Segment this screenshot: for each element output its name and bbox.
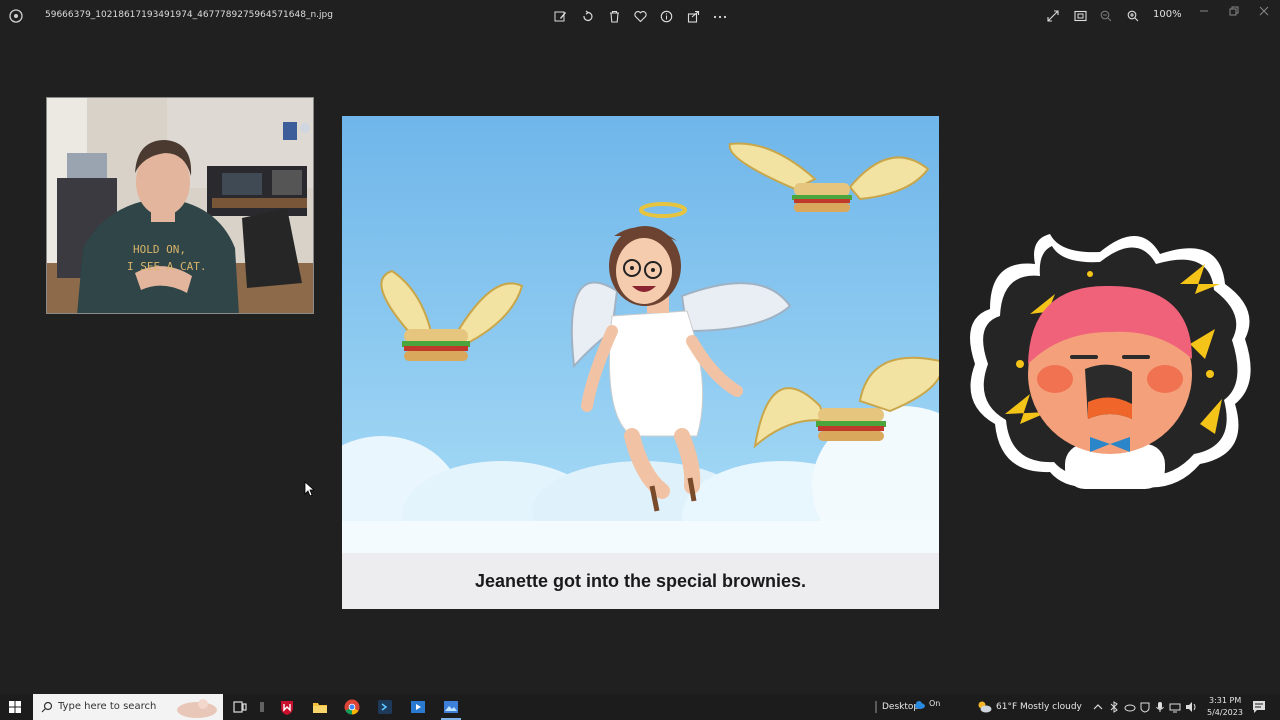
shocked-face-illustration xyxy=(970,234,1251,489)
close-button[interactable] xyxy=(1252,3,1276,19)
windows-taskbar: Type here to search Desktop On 61°F Most… xyxy=(0,694,1280,720)
search-highlight-image xyxy=(177,699,217,718)
ellipsis-icon xyxy=(713,15,727,18)
media-player-icon[interactable] xyxy=(409,698,427,716)
network-icon[interactable] xyxy=(1169,701,1181,713)
favorite-button[interactable] xyxy=(632,8,648,24)
rotate-button[interactable] xyxy=(579,8,595,24)
info-icon xyxy=(660,10,672,22)
file-name: 59666379_10218617193491974_4677789275964… xyxy=(45,10,333,20)
clock-date[interactable]: 5/4/2023 xyxy=(1207,708,1243,717)
trash-icon xyxy=(609,10,619,23)
photos-taskbar-icon[interactable] xyxy=(442,698,460,716)
heart-icon xyxy=(633,10,647,22)
restore-icon xyxy=(1229,6,1239,16)
zoom-in-button[interactable] xyxy=(1125,8,1141,24)
taskbar-separator-icon xyxy=(260,702,264,712)
onedrive-status: On xyxy=(929,699,941,708)
zoom-level[interactable]: 100% xyxy=(1153,9,1182,20)
more-options-button[interactable] xyxy=(712,8,728,24)
image-caption: Jeanette got into the special brownies. xyxy=(342,553,939,609)
photos-app-window: 59666379_10218617193491974_4677789275964… xyxy=(0,0,1280,720)
title-bar: 59666379_10218617193491974_4677789275964… xyxy=(0,0,1280,32)
delete-button[interactable] xyxy=(606,8,622,24)
fit-to-window-button[interactable] xyxy=(1072,8,1088,24)
rotate-icon xyxy=(582,10,593,21)
weather-description[interactable]: Mostly cloudy xyxy=(1020,702,1082,712)
notifications-icon[interactable] xyxy=(1252,700,1266,714)
search-placeholder: Type here to search xyxy=(58,701,157,712)
onedrive-cloud-icon[interactable] xyxy=(914,699,926,711)
security-shield-icon[interactable] xyxy=(1139,701,1151,713)
divider-icon xyxy=(875,701,877,713)
taskbar-search-box[interactable]: Type here to search xyxy=(33,694,223,720)
clock-time[interactable]: 3:31 PM xyxy=(1209,696,1241,705)
close-icon xyxy=(1259,6,1269,16)
chrome-icon[interactable] xyxy=(343,698,361,716)
share-icon xyxy=(687,10,699,23)
webcam-overlay: HOLD ON, I SEE A CAT. xyxy=(46,97,314,314)
minimize-icon xyxy=(1200,10,1208,12)
expand-icon xyxy=(1047,10,1059,22)
terminal-app-icon[interactable] xyxy=(376,698,394,716)
mcafee-icon[interactable] xyxy=(278,698,296,716)
weather-partly-cloudy-icon[interactable] xyxy=(976,700,992,714)
windows-start-icon[interactable] xyxy=(6,699,24,715)
edit-image-button[interactable] xyxy=(552,8,568,24)
shirt-text-line2: I SEE A CAT. xyxy=(127,260,206,273)
chevron-up-icon[interactable] xyxy=(1092,701,1104,713)
full-screen-button[interactable] xyxy=(1045,8,1061,24)
displayed-image: Jeanette got into the special brownies. xyxy=(342,116,939,609)
cloud-sync-icon[interactable] xyxy=(1124,701,1136,713)
file-info-button[interactable] xyxy=(658,8,674,24)
zoom-out-button[interactable] xyxy=(1098,8,1114,24)
microphone-icon[interactable] xyxy=(1154,701,1166,713)
volume-icon[interactable] xyxy=(1185,701,1197,713)
minimize-button[interactable] xyxy=(1192,3,1216,19)
fit-screen-icon xyxy=(1073,10,1087,22)
weather-temperature[interactable]: 61°F xyxy=(996,702,1017,712)
zoom-in-icon xyxy=(1127,10,1139,22)
share-button[interactable] xyxy=(685,8,701,24)
edit-icon xyxy=(554,11,566,21)
photos-app-icon xyxy=(9,9,23,23)
search-icon xyxy=(41,701,53,713)
task-view-icon[interactable] xyxy=(231,698,249,716)
webcam-video-feed: HOLD ON, I SEE A CAT. xyxy=(47,98,313,313)
shirt-text-line1: HOLD ON, xyxy=(133,243,186,256)
angel-illustration xyxy=(342,116,939,576)
mouse-pointer-icon xyxy=(304,481,314,497)
file-explorer-icon[interactable] xyxy=(311,698,329,716)
bluetooth-icon[interactable] xyxy=(1108,701,1120,713)
zoom-out-icon xyxy=(1100,10,1112,22)
restore-button[interactable] xyxy=(1222,3,1246,19)
shocked-face-sticker xyxy=(960,224,1260,496)
